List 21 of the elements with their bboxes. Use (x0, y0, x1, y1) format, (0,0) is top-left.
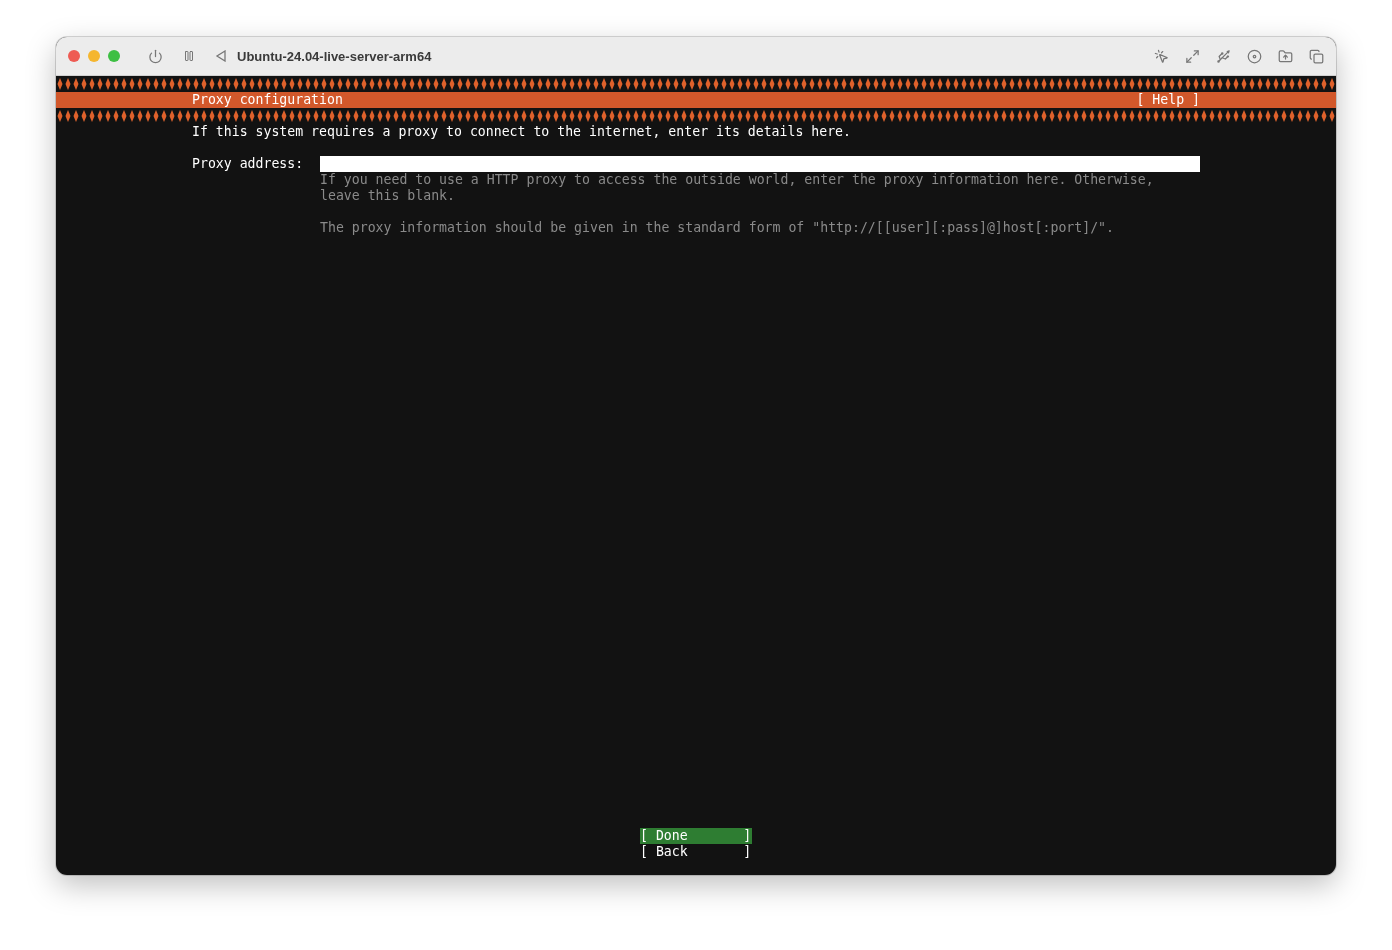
zoom-button[interactable] (108, 50, 120, 62)
cursor-icon[interactable] (1154, 48, 1169, 64)
usb-icon[interactable] (1216, 48, 1231, 64)
screen-title: Proxy configuration (192, 92, 343, 108)
back-triangle-icon[interactable] (215, 50, 227, 62)
proxy-address-field[interactable] (320, 156, 1200, 172)
power-icon[interactable] (148, 48, 163, 64)
field-label: Proxy address: (192, 156, 305, 172)
menu-button[interactable]: [ Back ] (640, 844, 752, 860)
window-title: Ubuntu-24.04-live-server-arm64 (237, 48, 432, 64)
pause-icon[interactable] (183, 50, 195, 62)
folder-icon[interactable] (1278, 48, 1293, 64)
help-text: If you need to use a HTTP proxy to access the outside world, enter the proxy information here. Otherwise, leave this blank. (320, 172, 1155, 204)
help-link[interactable]: [ Help ] (1136, 92, 1200, 108)
disc-icon[interactable] (1247, 48, 1262, 64)
help-text: The proxy information should be given in the standard form of "http://[[user][:pass]@]host[:port]/". (320, 220, 1115, 236)
intro-text: If this system requires a proxy to connect to the internet, enter its details here. (192, 124, 852, 140)
windows-icon[interactable] (1309, 48, 1324, 64)
resize-icon[interactable] (1185, 48, 1200, 64)
close-button[interactable] (68, 50, 80, 62)
menu-button[interactable]: [ Done ] (640, 828, 752, 844)
